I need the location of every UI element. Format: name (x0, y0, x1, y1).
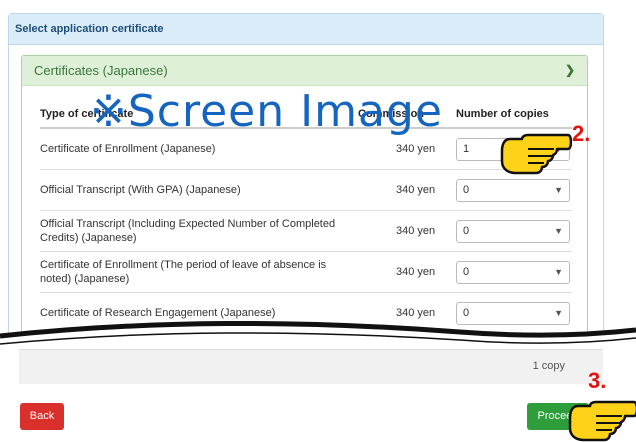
chevron-down-icon: ▼ (554, 184, 563, 195)
copies-value: 0 (463, 224, 470, 237)
panel-title: Select application certificate (9, 14, 603, 45)
table-row: Official Transcript (With GPA) (Japanese… (40, 169, 572, 211)
screen-image-watermark: ※Screen Image (90, 86, 443, 137)
copies-value: 0 (463, 265, 470, 278)
copies-select[interactable]: 0 ▼ (456, 260, 570, 284)
row-copies-cell: 0 ▼ (456, 169, 572, 211)
row-fee: 340 yen (358, 210, 456, 252)
accordion-header[interactable]: Certificates (Japanese) ❯ (22, 56, 587, 86)
total-copies: 1 copy (532, 360, 565, 372)
row-name: Certificate of Enrollment (The period of… (40, 251, 358, 293)
chevron-down-icon[interactable]: ❯ (565, 56, 575, 85)
table-row: Certificate of Enrollment (The period of… (40, 251, 572, 293)
chevron-down-icon: ▼ (554, 266, 563, 277)
copies-value: 1 (463, 142, 470, 155)
chevron-down-icon: ▼ (554, 225, 563, 236)
row-fee: 340 yen (358, 169, 456, 211)
pointing-hand-icon (500, 133, 572, 175)
row-copies-cell: 0 ▼ (456, 210, 572, 252)
row-copies-cell: 0 ▼ (456, 251, 572, 293)
step-2-label: 2. (572, 121, 591, 146)
back-button[interactable]: Back (20, 403, 64, 430)
accordion-title: Certificates (Japanese) (34, 63, 168, 78)
copies-select[interactable]: 0 ▼ (456, 178, 570, 202)
copies-value: 0 (463, 183, 470, 196)
summary-bar: 1 copy (19, 349, 603, 384)
table-row: Official Transcript (Including Expected … (40, 210, 572, 252)
row-name: Official Transcript (With GPA) (Japanese… (40, 169, 358, 211)
copies-value: 0 (463, 306, 470, 319)
row-name: Official Transcript (Including Expected … (40, 210, 358, 252)
copies-select[interactable]: 0 ▼ (456, 219, 570, 243)
row-fee: 340 yen (358, 251, 456, 293)
pointing-hand-icon (568, 400, 636, 442)
